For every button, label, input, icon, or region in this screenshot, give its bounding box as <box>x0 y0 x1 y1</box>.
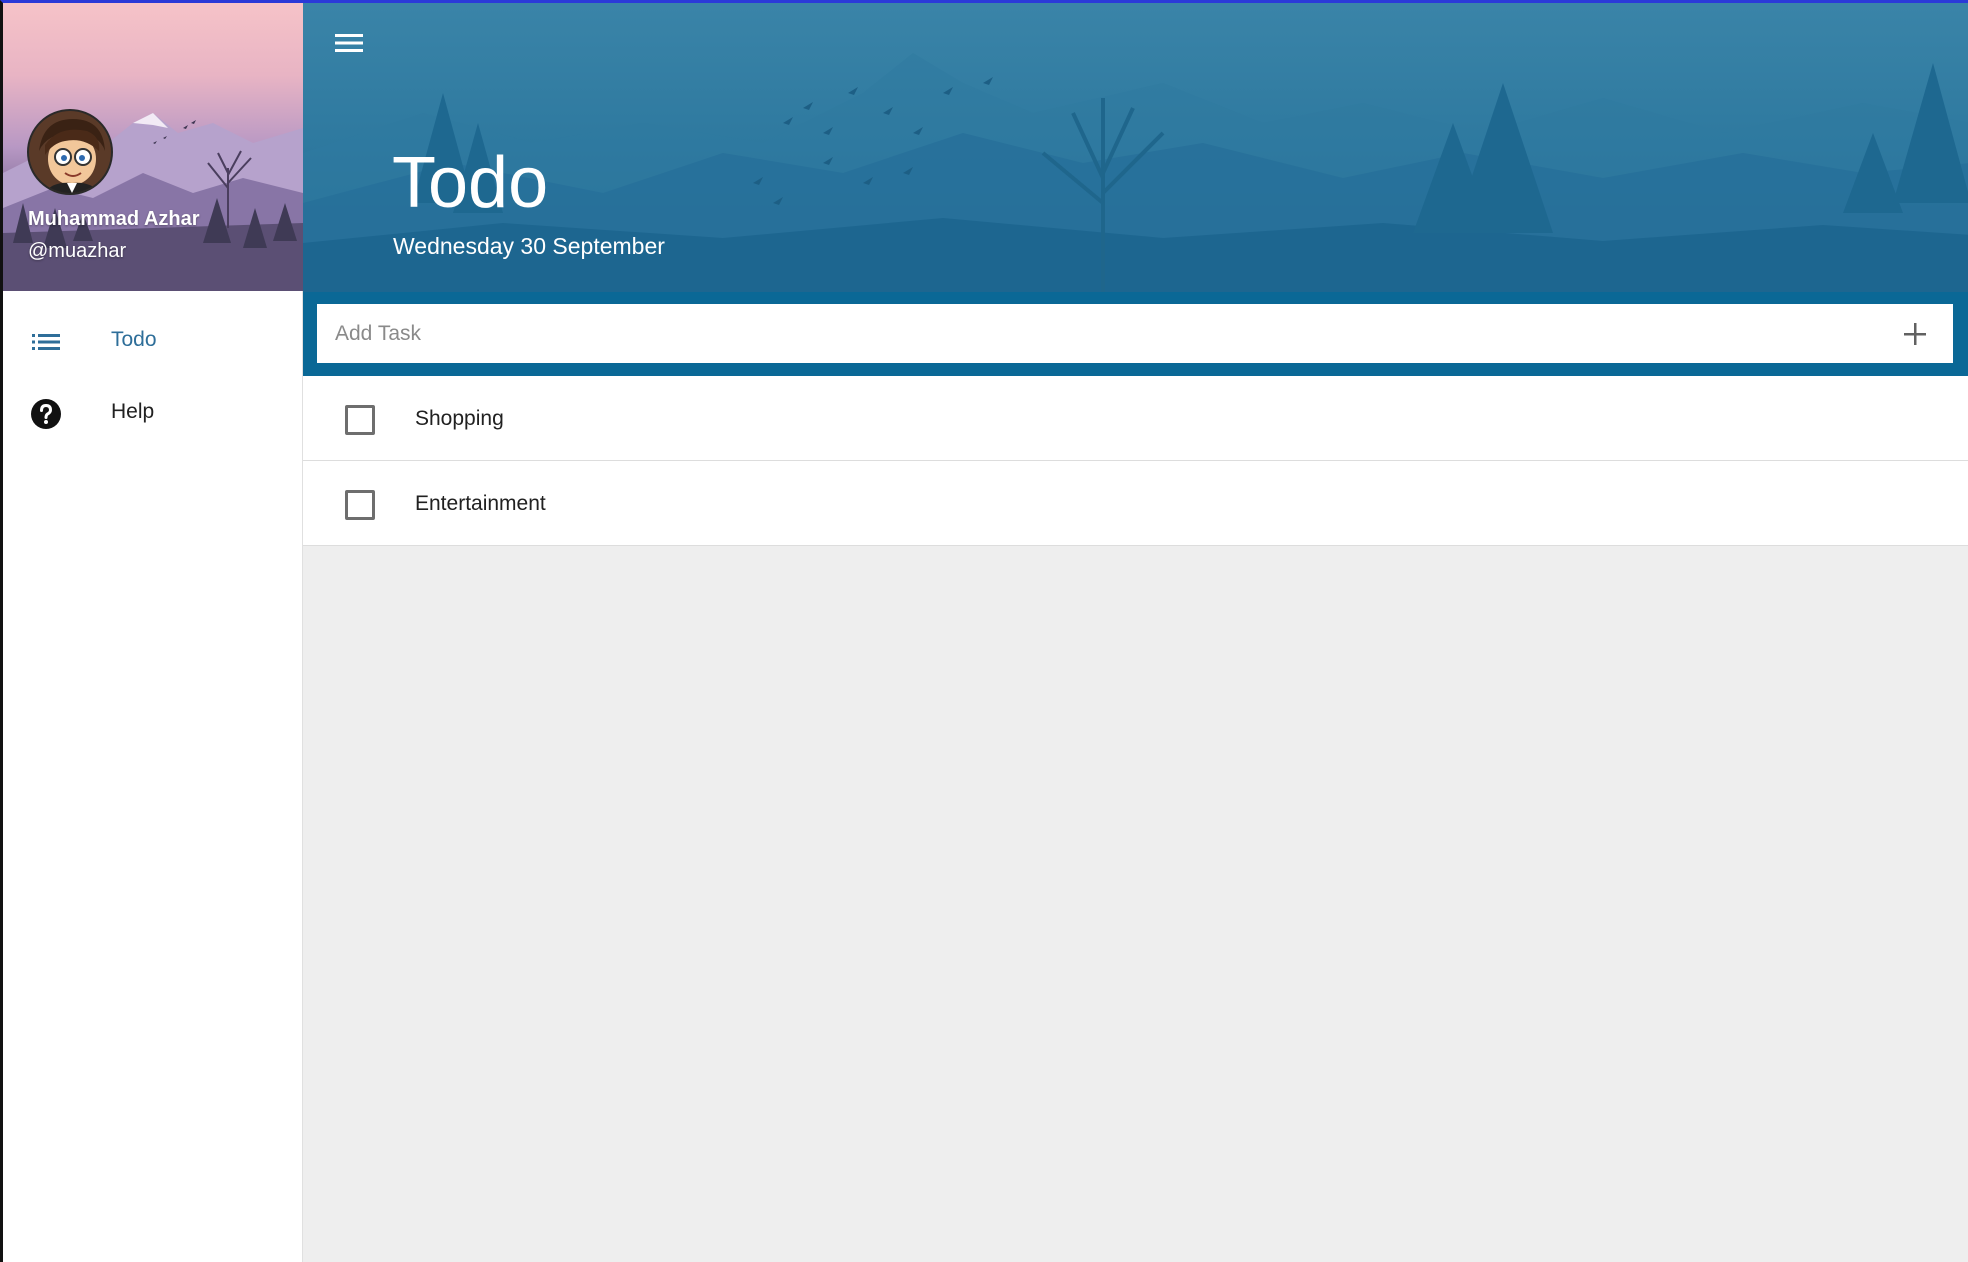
task-label: Entertainment <box>415 492 546 515</box>
task-list: Shopping Entertainment <box>303 376 1968 546</box>
profile-header: Muhammad Azhar @muazhar <box>3 3 303 291</box>
sidebar: Muhammad Azhar @muazhar Todo Help <box>3 3 303 1262</box>
avatar[interactable] <box>27 109 113 195</box>
hamburger-menu-icon[interactable] <box>331 27 367 59</box>
task-row: Entertainment <box>303 461 1968 546</box>
profile-handle: @muazhar <box>28 240 127 262</box>
nav-item-todo[interactable]: Todo <box>3 306 301 376</box>
avatar-illustration <box>29 111 111 193</box>
nav-item-label: Help <box>111 400 155 423</box>
task-checkbox[interactable] <box>345 405 375 435</box>
profile-name: Muhammad Azhar <box>28 208 200 230</box>
header-banner: Todo Wednesday 30 September <box>303 3 1968 292</box>
nav-item-label: Todo <box>111 328 157 351</box>
app-window: Muhammad Azhar @muazhar Todo Help Todo W… <box>0 0 1968 1262</box>
add-task-bar <box>303 292 1968 376</box>
task-row: Shopping <box>303 376 1968 461</box>
help-circle-icon <box>30 398 62 430</box>
page-title: Todo <box>392 143 549 223</box>
nav-item-help[interactable]: Help <box>3 378 301 448</box>
add-task-input[interactable] <box>317 304 1953 363</box>
page-date: Wednesday 30 September <box>393 233 665 259</box>
list-icon <box>30 326 62 358</box>
task-checkbox[interactable] <box>345 490 375 520</box>
task-label: Shopping <box>415 407 504 430</box>
plus-icon[interactable] <box>1899 318 1931 350</box>
main-content: Todo Wednesday 30 September Shopping <box>303 3 1968 1262</box>
